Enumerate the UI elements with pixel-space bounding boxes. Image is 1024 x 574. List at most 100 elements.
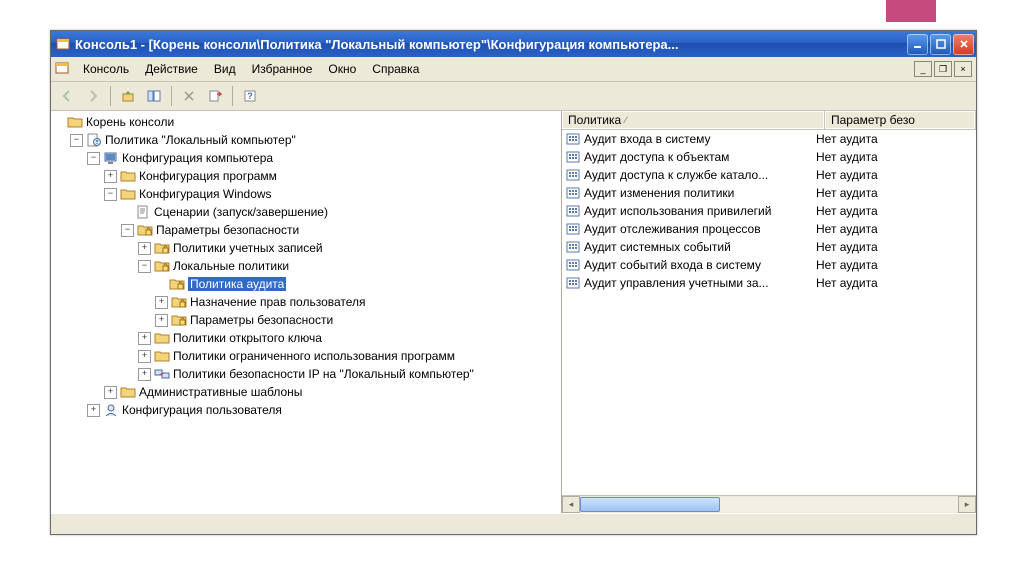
column-header-param[interactable]: Параметр безо	[825, 111, 976, 129]
menu-view[interactable]: Вид	[206, 60, 244, 78]
list-cell-param: Нет аудита	[812, 150, 976, 164]
tree-node-label: Политики учетных записей	[173, 241, 323, 255]
menu-window[interactable]: Окно	[320, 60, 364, 78]
list-item[interactable]: Аудит доступа к объектамНет аудита	[562, 148, 976, 166]
back-button[interactable]	[55, 84, 79, 108]
mdi-close-button[interactable]: ×	[954, 61, 972, 77]
list-cell-policy: Аудит событий входа в систему	[584, 258, 812, 272]
decorative-stub	[886, 0, 936, 22]
minimize-button[interactable]	[907, 34, 928, 55]
help-button[interactable]: ?	[238, 84, 262, 108]
collapse-icon[interactable]: −	[121, 224, 134, 237]
tree-node[interactable]: Корень консоли	[53, 113, 561, 131]
column-header-param-label: Параметр безо	[831, 113, 915, 127]
tree-node-label: Политики безопасности IP на "Локальный к…	[173, 367, 474, 381]
titlebar[interactable]: Консоль1 - [Корень консоли\Политика "Лок…	[51, 31, 976, 57]
delete-button[interactable]	[177, 84, 201, 108]
column-header-policy-label: Политика	[568, 113, 621, 127]
tree-node[interactable]: +Конфигурация пользователя	[53, 401, 561, 419]
list-cell-policy: Аудит доступа к объектам	[584, 150, 812, 164]
list-item[interactable]: Аудит изменения политикиНет аудита	[562, 184, 976, 202]
list-item[interactable]: Аудит управления учетными за...Нет аудит…	[562, 274, 976, 292]
scroll-thumb[interactable]	[580, 497, 720, 512]
lockfolder-icon	[154, 241, 170, 255]
list-item[interactable]: Аудит использования привилегийНет аудита	[562, 202, 976, 220]
svg-text:?: ?	[247, 91, 253, 101]
tree-node[interactable]: + Политики ограниченного использования пр…	[53, 347, 561, 365]
audit-icon	[565, 222, 581, 236]
lockfolder-icon	[169, 277, 185, 291]
toolbar-separator	[110, 86, 111, 106]
export-button[interactable]	[203, 84, 227, 108]
collapse-icon[interactable]: −	[138, 260, 151, 273]
lockfolder-icon	[154, 259, 170, 273]
tree-node-label: Административные шаблоны	[139, 385, 302, 399]
expand-icon[interactable]: +	[138, 242, 151, 255]
collapse-icon[interactable]: −	[70, 134, 83, 147]
tree-node[interactable]: +Назначение прав пользователя	[53, 293, 561, 311]
list-body[interactable]: Аудит входа в системуНет аудитаАудит дос…	[562, 130, 976, 495]
computer-icon	[103, 151, 119, 165]
tree-pane[interactable]: Корень консоли−Политика "Локальный компь…	[51, 111, 562, 513]
toolbar-separator	[171, 86, 172, 106]
tree-node[interactable]: Сценарии (запуск/завершение)	[53, 203, 561, 221]
expand-icon[interactable]: +	[138, 368, 151, 381]
column-header-policy[interactable]: Политика ∕	[562, 111, 825, 129]
expand-icon[interactable]: +	[155, 296, 168, 309]
mdi-controls: _ ❐ ×	[914, 61, 972, 77]
list-item[interactable]: Аудит отслеживания процессовНет аудита	[562, 220, 976, 238]
toolbar-separator	[232, 86, 233, 106]
list-item[interactable]: Аудит событий входа в системуНет аудита	[562, 256, 976, 274]
collapse-icon[interactable]: −	[87, 152, 100, 165]
tree-node-label: Локальные политики	[173, 259, 289, 273]
list-header: Политика ∕ Параметр безо	[562, 111, 976, 130]
tree-node-label: Конфигурация компьютера	[122, 151, 273, 165]
folder-icon	[154, 331, 170, 345]
tree-node[interactable]: +Параметры безопасности	[53, 311, 561, 329]
tree-node-label: Конфигурация программ	[139, 169, 277, 183]
folder-icon	[120, 187, 136, 201]
tree-node-label: Политика "Локальный компьютер"	[105, 133, 296, 147]
mdi-minimize-button[interactable]: _	[914, 61, 932, 77]
expand-icon[interactable]: +	[138, 332, 151, 345]
close-button[interactable]	[953, 34, 974, 55]
scroll-right-button[interactable]: ▸	[958, 496, 976, 513]
tree-node[interactable]: + Конфигурация программ	[53, 167, 561, 185]
list-item[interactable]: Аудит системных событийНет аудита	[562, 238, 976, 256]
status-bar	[51, 513, 976, 534]
menu-favorites[interactable]: Избранное	[244, 60, 321, 78]
lockfolder-icon	[171, 295, 187, 309]
tree-node[interactable]: +Политики открытого ключа	[53, 329, 561, 347]
tree-node[interactable]: −Конфигурация Windows	[53, 185, 561, 203]
expand-icon[interactable]: +	[87, 404, 100, 417]
show-hide-button[interactable]	[142, 84, 166, 108]
collapse-icon[interactable]: −	[104, 188, 117, 201]
tree-node[interactable]: −Параметры безопасности	[53, 221, 561, 239]
scroll-track[interactable]	[580, 497, 958, 512]
tree-node[interactable]: Политика аудита	[53, 275, 561, 293]
tree-node[interactable]: − Политика "Локальный компьютер"	[53, 131, 561, 149]
expand-placeholder	[155, 279, 166, 290]
up-button[interactable]	[116, 84, 140, 108]
tree-node[interactable]: + Политики безопасности IP на "Локальный …	[53, 365, 561, 383]
forward-button[interactable]	[81, 84, 105, 108]
tree-node[interactable]: − Конфигурация компьютера	[53, 149, 561, 167]
content-panes: Корень консоли−Политика "Локальный компь…	[51, 111, 976, 513]
tree-node[interactable]: + Политики учетных записей	[53, 239, 561, 257]
menu-help[interactable]: Справка	[364, 60, 427, 78]
horizontal-scrollbar[interactable]: ◂ ▸	[562, 495, 976, 513]
list-item[interactable]: Аудит входа в системуНет аудита	[562, 130, 976, 148]
tree-node[interactable]: − Локальные политики	[53, 257, 561, 275]
menu-console[interactable]: Консоль	[75, 60, 137, 78]
expand-icon[interactable]: +	[138, 350, 151, 363]
scroll-left-button[interactable]: ◂	[562, 496, 580, 513]
tree-node[interactable]: + Административные шаблоны	[53, 383, 561, 401]
mdi-restore-button[interactable]: ❐	[934, 61, 952, 77]
expand-icon[interactable]: +	[104, 170, 117, 183]
expand-icon[interactable]: +	[155, 314, 168, 327]
tree-node-label: Политики ограниченного использования про…	[173, 349, 455, 363]
menu-action[interactable]: Действие	[137, 60, 206, 78]
expand-icon[interactable]: +	[104, 386, 117, 399]
maximize-button[interactable]	[930, 34, 951, 55]
list-item[interactable]: Аудит доступа к службе катало...Нет ауди…	[562, 166, 976, 184]
